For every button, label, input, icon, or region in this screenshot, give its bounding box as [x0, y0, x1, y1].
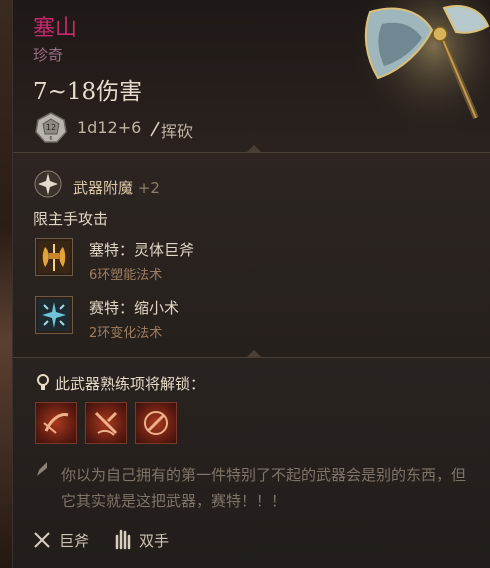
greataxe-icon	[348, 0, 490, 152]
handedness: 双手	[139, 532, 170, 550]
attack-restriction: 限主手攻击	[33, 210, 109, 228]
d12-die-icon: 12 6	[35, 112, 67, 143]
item-name: 塞山	[33, 16, 78, 41]
spell-reduce-icon[interactable]	[35, 296, 73, 334]
mastery-topple-icon[interactable]	[85, 402, 127, 444]
weapon-type: 巨斧	[59, 532, 90, 550]
weapon-enchant-icon	[34, 170, 62, 198]
item-rarity: 珍奇	[33, 46, 64, 64]
enchantment-section: 武器附魔 +2 限主手攻击 塞特：灵体巨斧 6环塑能法术 赛特：缩小术 2环变化…	[13, 153, 490, 358]
die-sub-number: 6	[49, 136, 52, 142]
spell-name-2: 赛特：缩小术	[89, 299, 180, 317]
mastery-label: 此武器熟练项将解锁：	[55, 375, 206, 393]
slashing-icon	[150, 121, 160, 137]
spell-detail-1: 6环塑能法术	[89, 268, 163, 283]
spell-name-1: 塞特：灵体巨斧	[89, 241, 195, 259]
spell-detail-2: 2环变化法术	[89, 326, 163, 341]
two-handed-icon	[115, 529, 131, 550]
damage-type: 挥砍	[161, 122, 194, 141]
enchant-name: 武器附魔	[73, 179, 134, 197]
enchant-label: 武器附魔 +2	[73, 177, 160, 198]
mastery-cripple-icon[interactable]	[135, 402, 177, 444]
proficiency-lock-icon	[37, 374, 49, 390]
die-number: 12	[46, 123, 56, 132]
spell-spiritual-greataxe-icon[interactable]	[35, 238, 73, 276]
enchant-bonus: +2	[137, 179, 160, 197]
item-tooltip: 塞山 珍奇 7~18伤害 12 6 1d12+6 挥砍 武器附魔 +2 限主手攻…	[12, 0, 490, 568]
damage-range: 7~18伤害	[33, 79, 143, 105]
flavor-quill-icon	[37, 462, 47, 476]
game-background	[0, 0, 12, 568]
mastery-cleave-icon[interactable]	[35, 402, 77, 444]
greataxe-type-icon	[34, 532, 50, 548]
damage-roll: 1d12+6	[77, 118, 142, 137]
tooltip-header: 塞山 珍奇 7~18伤害 12 6 1d12+6 挥砍	[13, 0, 490, 153]
flavor-text: 你以为自己拥有的第一件特别了不起的武器会是别的东西，但它其实就是这把武器，赛特！…	[61, 466, 467, 510]
